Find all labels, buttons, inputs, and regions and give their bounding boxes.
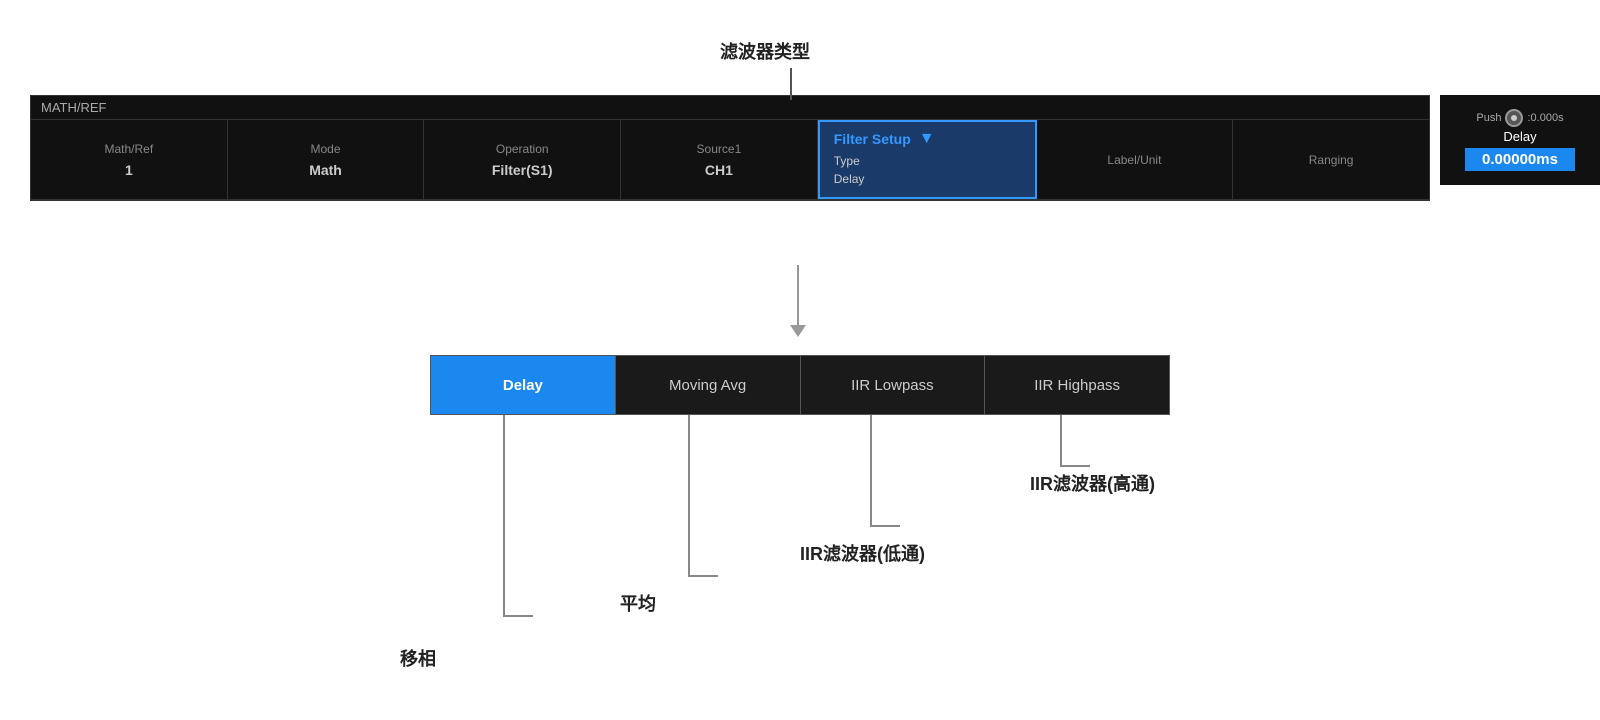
knob-push-label: Push :0.000s	[1476, 109, 1563, 127]
menu-cell-mode[interactable]: Mode Math	[228, 120, 425, 199]
connector-moving-avg-h	[688, 575, 718, 577]
menu-row: Math/Ref 1 Mode Math Operation Filter(S1…	[31, 120, 1429, 200]
filter-moving-avg-label: Moving Avg	[669, 377, 746, 394]
top-bar: MATH/REF Math/Ref 1 Mode Math Operation …	[30, 95, 1430, 201]
connector-delay	[503, 415, 505, 615]
menu-cell-ranging[interactable]: Ranging	[1233, 120, 1429, 199]
filter-setup-label: Filter Setup	[834, 131, 911, 147]
connector-iir-low-h	[870, 525, 900, 527]
connector-delay-h	[503, 615, 533, 617]
mode-value: Math	[309, 162, 342, 178]
filter-delay-label: Delay	[503, 377, 543, 394]
arrow-head	[790, 325, 806, 337]
filter-type-moving-avg[interactable]: Moving Avg	[616, 356, 801, 414]
menu-cell-source1[interactable]: Source1 CH1	[621, 120, 818, 199]
menu-cell-operation[interactable]: Operation Filter(S1)	[424, 120, 621, 199]
knob-delay-label: Delay	[1503, 129, 1536, 144]
knob-value-display: 0.00000ms	[1465, 148, 1575, 171]
operation-label: Operation	[496, 142, 549, 156]
menu-cell-filter-setup[interactable]: Filter Setup ▼ Type Delay	[818, 120, 1037, 199]
arrow-line	[797, 265, 799, 325]
push-text: Push	[1476, 112, 1501, 124]
annotation-iir-low: IIR滤波器(低通)	[800, 540, 925, 566]
filter-iir-lowpass-label: IIR Lowpass	[851, 377, 934, 394]
filter-iir-highpass-label: IIR Highpass	[1034, 377, 1120, 394]
operation-value: Filter(S1)	[492, 162, 553, 178]
connector-iir-high	[1060, 415, 1062, 465]
source1-value: CH1	[705, 162, 733, 178]
annotation-filter-type: 滤波器类型	[720, 38, 810, 64]
annotation-yixiang: 移相	[400, 645, 436, 671]
annotation-pingjun: 平均	[620, 590, 656, 616]
math-ref-value: 1	[125, 162, 133, 178]
main-arrow	[790, 265, 806, 337]
connector-iir-high-h	[1060, 465, 1090, 467]
mode-label: Mode	[311, 142, 341, 156]
arrow-label-to-filter	[790, 68, 792, 100]
filter-type-iir-highpass[interactable]: IIR Highpass	[985, 356, 1169, 414]
annotation-iir-high: IIR滤波器(高通)	[1030, 470, 1155, 496]
topbar-title: MATH/REF	[31, 96, 1429, 120]
filter-sub-delay: Delay	[834, 170, 1021, 188]
math-ref-label: Math/Ref	[105, 142, 154, 156]
knob-area: Push :0.000s Delay 0.00000ms	[1440, 95, 1600, 185]
source1-label: Source1	[697, 142, 742, 156]
connector-moving-avg	[688, 415, 690, 575]
connector-iir-low	[870, 415, 872, 525]
filter-type-row: Delay Moving Avg IIR Lowpass IIR Highpas…	[430, 355, 1170, 415]
knob-circle-inner	[1511, 115, 1517, 121]
label-unit-value: Label/Unit	[1107, 153, 1161, 167]
knob-time: :0.000s	[1527, 112, 1563, 124]
menu-cell-math-ref[interactable]: Math/Ref 1	[31, 120, 228, 199]
filter-dropdown-arrow-icon: ▼	[919, 130, 935, 148]
filter-sub-items: Type Delay	[834, 148, 1021, 192]
filter-type-delay[interactable]: Delay	[431, 356, 616, 414]
ranging-value: Ranging	[1309, 153, 1354, 167]
menu-cell-label-unit[interactable]: Label/Unit	[1037, 120, 1234, 199]
knob-circle-icon[interactable]	[1505, 109, 1523, 127]
filter-type-iir-lowpass[interactable]: IIR Lowpass	[801, 356, 986, 414]
filter-sub-type: Type	[834, 152, 1021, 170]
